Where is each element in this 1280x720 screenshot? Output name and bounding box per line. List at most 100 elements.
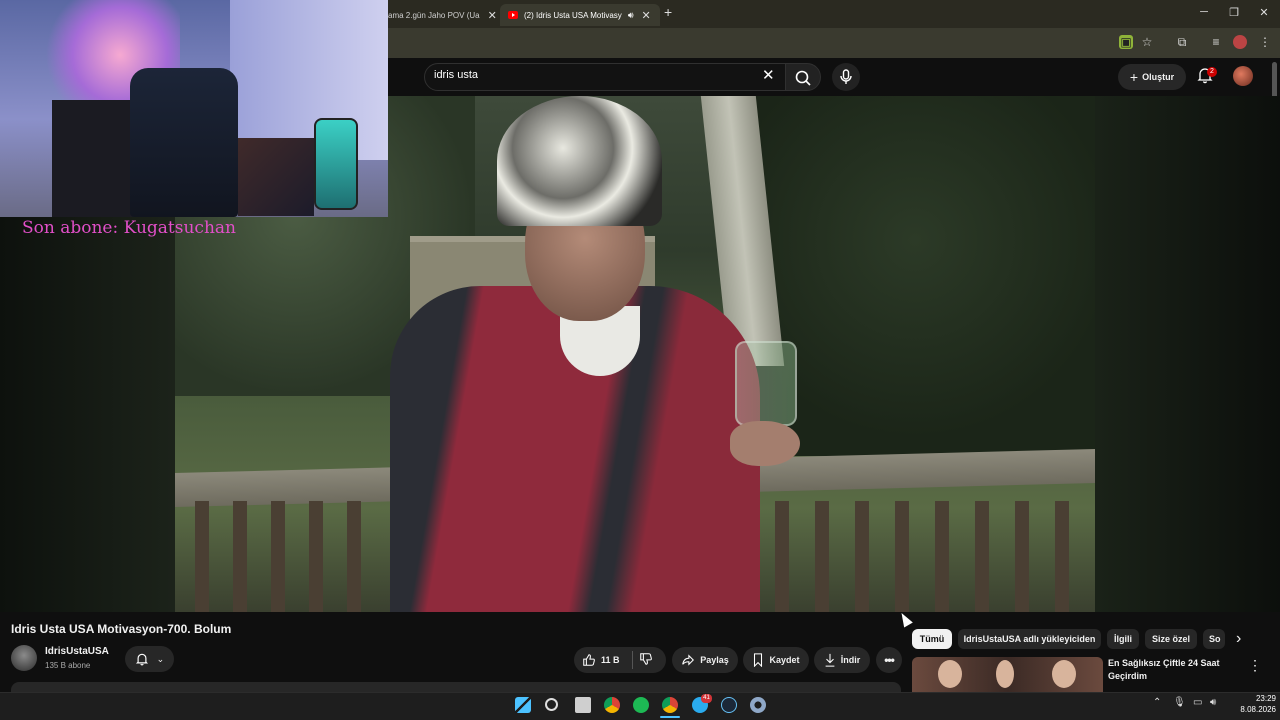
webcam-wall [230,0,388,160]
kebab-menu-icon[interactable]: ⋮ [1248,657,1262,674]
download-icon [825,653,835,667]
baluster [815,501,829,612]
chevron-right-icon[interactable]: › [1236,630,1241,648]
person-hard-hat [497,96,662,226]
close-icon[interactable]: ✕ [488,9,497,22]
create-label: Oluştur [1142,72,1175,82]
thumbnail-face [1052,660,1076,688]
chip-all[interactable]: Tümü [912,629,952,649]
save-label: Kaydet [769,655,800,665]
save-button[interactable]: Kaydet [743,647,809,673]
extensions-puzzle-icon[interactable]: ⧉ [1175,35,1189,49]
kebab-menu-icon[interactable]: ⋮ [1258,35,1272,49]
browser-tab-2-active[interactable]: (2) Idris Usta USA Motivasy 🔊︎ ✕ [500,4,660,26]
microphone-tray-icon[interactable]: 🎙︎ [1173,697,1186,708]
youtube-favicon-icon [508,11,518,19]
baluster [855,501,869,612]
baluster [975,501,989,612]
like-dislike-divider [632,651,633,669]
network-icon[interactable]: ▭ [1193,697,1202,708]
download-label: İndir [840,655,861,665]
baluster [347,501,361,612]
create-button[interactable]: + Oluştur [1118,64,1186,90]
baluster [775,501,789,612]
new-tab-icon[interactable]: + [664,4,672,20]
bookmark-star-icon[interactable]: ☆ [1140,35,1154,49]
restore-icon[interactable]: ❐ [1219,6,1249,19]
clock-time[interactable]: 23:29 [1238,694,1276,703]
chip-from-uploader[interactable]: IdrisUstaUSA adlı yükleyiciden [958,629,1101,649]
search-button[interactable] [785,63,821,91]
webcam-lamp [314,118,358,210]
baluster [895,501,909,612]
bookmark-icon [754,653,763,667]
person-hand [730,421,800,466]
video-title: Idris Usta USA Motivasyon-700. Bolum [11,622,232,636]
search-query-text[interactable]: idris usta [434,69,478,81]
close-icon[interactable]: ✕ [641,9,650,22]
thumbnail-face [938,660,962,688]
subscriber-count: 135 B abone [45,661,91,670]
minimize-icon[interactable]: ─ [1189,6,1219,18]
recommended-thumbnail[interactable] [912,657,1103,692]
baluster [271,501,285,612]
account-avatar[interactable] [1233,66,1253,86]
chrome-icon[interactable] [604,697,620,713]
description-box[interactable] [11,682,901,692]
thumbs-down-icon [640,653,652,665]
extension-icon[interactable]: ▣ [1119,35,1133,49]
browser-tab-1[interactable]: ama 2.gün Jaho POV (Ua ✕ [388,4,498,26]
voice-search-button[interactable] [832,63,860,91]
baluster [233,501,247,612]
search-input[interactable] [424,63,786,91]
media-control-icon[interactable]: ≡ [1209,35,1223,49]
tab-title: ama 2.gün Jaho POV (Ua [388,10,480,20]
webcam-poster [238,138,314,216]
share-button[interactable]: Paylaş [672,647,738,673]
recommended-video-title[interactable]: En Sağlıksız Çiftle 24 Saat Geçirdim [1108,657,1238,683]
taskbar-search-icon[interactable] [545,698,558,711]
more-actions-button[interactable]: ••• [876,647,902,673]
settings-gear-icon[interactable] [750,697,766,713]
chip-truncated[interactable]: So [1203,629,1225,649]
tab-title: (2) Idris Usta USA Motivasy [524,10,622,20]
thumbs-up-icon [583,654,595,666]
channel-name[interactable]: IdrisUstaUSA [45,646,109,657]
speaker-icon[interactable]: 🔊︎ [628,10,634,21]
clear-search-icon[interactable]: ✕ [762,66,775,84]
chip-for-you[interactable]: Size özel [1145,629,1197,649]
baluster [195,501,209,612]
profile-icon[interactable] [1233,35,1247,49]
plus-icon: + [1129,69,1139,85]
tray-chevron-up-icon[interactable]: ⌃ [1153,697,1161,708]
baluster [935,501,949,612]
share-arrow-icon [682,654,695,666]
chrome-active-icon[interactable] [662,697,678,713]
channel-avatar[interactable] [11,645,37,671]
chip-related[interactable]: İlgili [1107,629,1139,649]
volume-icon[interactable]: 🔊︎ [1210,697,1216,708]
clock-date[interactable]: 8.08.2026 [1230,705,1276,714]
spotify-icon[interactable] [633,697,649,713]
windows-start-icon[interactable] [515,697,531,713]
subscription-notify-button[interactable]: ⌄ [125,646,174,672]
player-backdrop-right [1095,96,1280,612]
thumbnail-face [996,660,1014,688]
chevron-down-icon: ⌄ [156,653,165,664]
download-button[interactable]: İndir [814,647,870,673]
microphone-icon [840,69,852,84]
task-view-icon[interactable] [575,697,591,713]
baluster [1055,501,1069,612]
steam-icon[interactable] [721,697,737,713]
bell-icon [135,653,148,666]
like-count: 11 B [601,655,620,665]
baluster [309,501,323,612]
share-label: Paylaş [700,655,729,665]
active-app-indicator [660,716,680,718]
dislike-button[interactable] [639,652,653,671]
notification-count-badge: 2 [1207,67,1217,77]
close-window-icon[interactable]: ✕ [1249,6,1279,19]
baluster [1015,501,1029,612]
glass-jar [735,341,797,426]
streamer-webcam-overlay [0,0,388,217]
